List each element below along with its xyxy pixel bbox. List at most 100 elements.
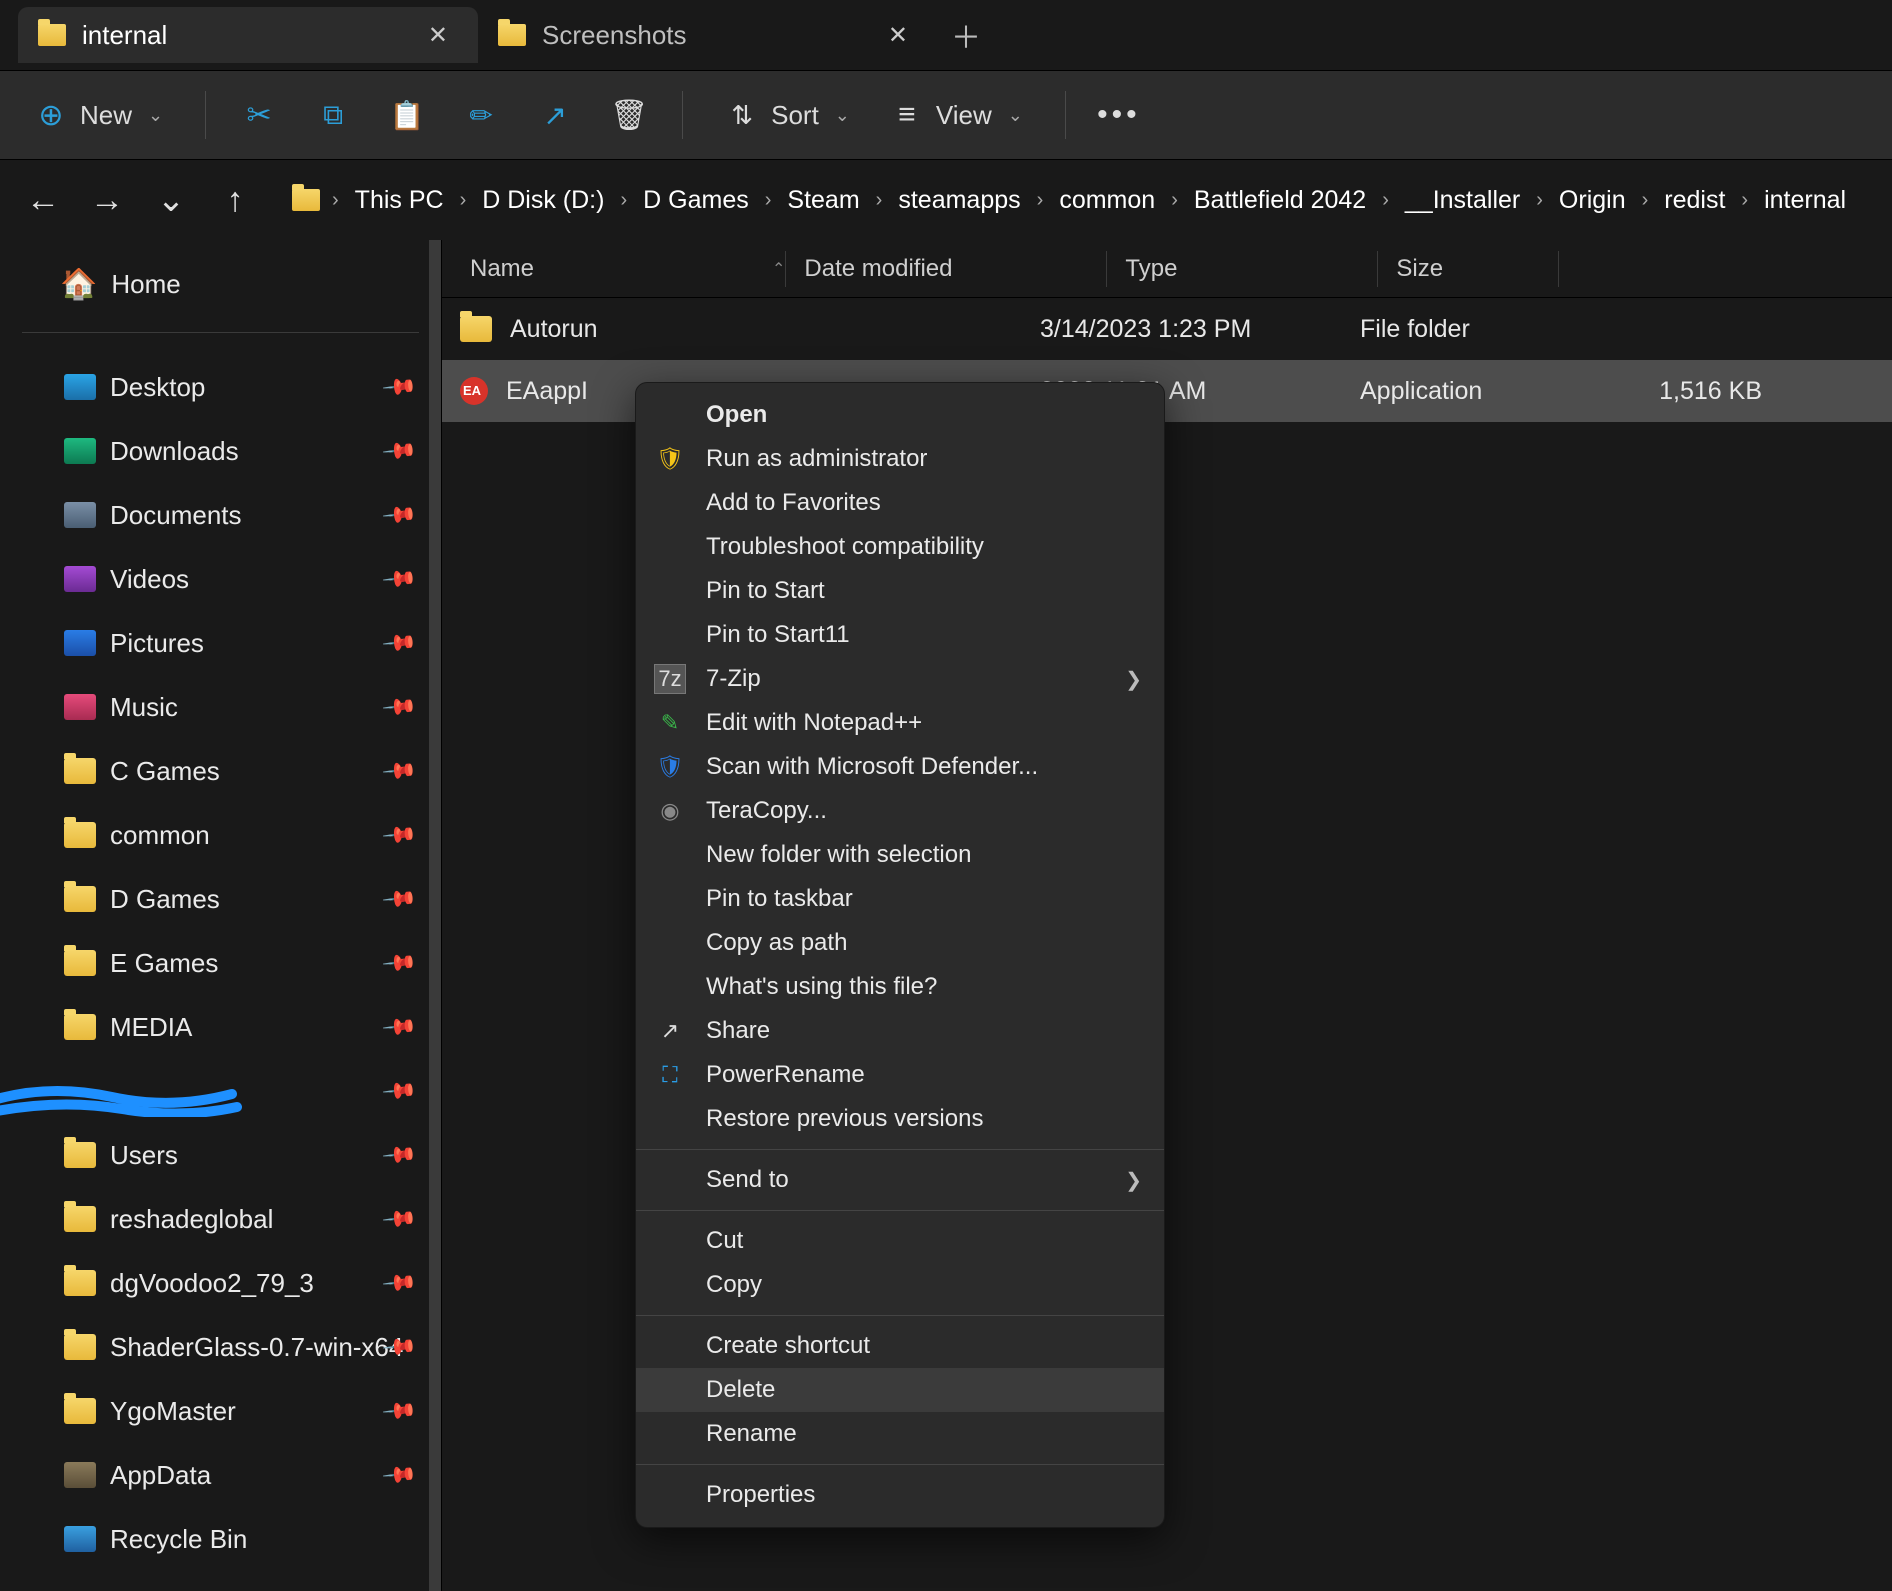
cut-icon[interactable]: ✂: [242, 98, 276, 132]
context-menu-item[interactable]: Rename: [636, 1412, 1164, 1456]
column-size[interactable]: Size: [1378, 255, 1558, 283]
rename-icon[interactable]: ✏: [464, 98, 498, 132]
sidebar-scrollbar[interactable]: [429, 240, 441, 1591]
pin-icon: 📌: [380, 688, 418, 726]
context-menu-item[interactable]: 7z7-Zip❯: [636, 657, 1164, 701]
crumb[interactable]: D Disk (D:): [478, 182, 608, 219]
context-menu-item[interactable]: Cut: [636, 1219, 1164, 1263]
copy-icon[interactable]: ⧉: [316, 98, 350, 132]
context-menu-item[interactable]: Properties: [636, 1473, 1164, 1517]
context-menu-item[interactable]: Copy: [636, 1263, 1164, 1307]
sidebar-home[interactable]: 🏠 Home: [0, 252, 441, 316]
context-menu-label: Create shortcut: [706, 1332, 870, 1360]
sidebar-item[interactable]: dgVoodoo2_79_3📌: [0, 1251, 441, 1315]
crumb[interactable]: D Games: [639, 182, 753, 219]
context-menu-item[interactable]: ✎Edit with Notepad++: [636, 701, 1164, 745]
sidebar-item[interactable]: Documents📌: [0, 483, 441, 547]
sidebar-item-label: Recycle Bin: [110, 1524, 247, 1555]
close-icon[interactable]: ✕: [878, 17, 918, 54]
context-menu-item[interactable]: Pin to Start: [636, 569, 1164, 613]
pin-icon: 📌: [380, 944, 418, 982]
more-icon[interactable]: •••: [1102, 98, 1136, 132]
folder-icon: [64, 1398, 96, 1424]
context-menu-item[interactable]: Open: [636, 393, 1164, 437]
context-menu-label: Troubleshoot compatibility: [706, 533, 984, 561]
sidebar-item[interactable]: ShaderGlass-0.7-win-x64📌: [0, 1315, 441, 1379]
context-menu-item[interactable]: 🛡Run as administrator: [636, 437, 1164, 481]
crumb[interactable]: Battlefield 2042: [1190, 182, 1370, 219]
context-menu-item[interactable]: Pin to Start11: [636, 613, 1164, 657]
sidebar-item[interactable]: Pictures📌: [0, 611, 441, 675]
context-menu-item[interactable]: Delete: [636, 1368, 1164, 1412]
sidebar-item[interactable]: Desktop📌: [0, 355, 441, 419]
breadcrumb[interactable]: › This PC› D Disk (D:)› D Games› Steam› …: [278, 182, 1870, 219]
crumb[interactable]: redist: [1660, 182, 1729, 219]
crumb[interactable]: internal: [1760, 182, 1850, 219]
context-menu-label: Share: [706, 1017, 770, 1045]
crumb[interactable]: __Installer: [1401, 182, 1524, 219]
context-menu-item[interactable]: Send to❯: [636, 1158, 1164, 1202]
sidebar-item[interactable]: Music📌: [0, 675, 441, 739]
crumb[interactable]: common: [1055, 182, 1159, 219]
sidebar-item-label: D Games: [110, 884, 220, 915]
context-menu-item[interactable]: Add to Favorites: [636, 481, 1164, 525]
context-menu-item[interactable]: Copy as path: [636, 921, 1164, 965]
context-menu-label: Copy: [706, 1271, 762, 1299]
context-menu-item[interactable]: Create shortcut: [636, 1324, 1164, 1368]
file-type: Application: [1342, 377, 1612, 406]
forward-button[interactable]: →: [86, 181, 128, 220]
toolbar: ⊕ New ⌄ ✂ ⧉ 📋 ✏ ↗ 🗑 ⇅ Sort ⌄ ≡ View ⌄ ••…: [0, 70, 1892, 160]
crumb[interactable]: This PC: [351, 182, 448, 219]
column-date[interactable]: Date modified: [786, 255, 1106, 283]
view-button[interactable]: ≡ View ⌄: [884, 90, 1029, 140]
new-button[interactable]: ⊕ New ⌄: [28, 90, 169, 140]
context-menu-item[interactable]: ⛶PowerRename: [636, 1053, 1164, 1097]
recent-locations-button[interactable]: ⌄: [150, 180, 192, 220]
context-menu-item[interactable]: 🛡Scan with Microsoft Defender...: [636, 745, 1164, 789]
share-icon[interactable]: ↗: [538, 98, 572, 132]
context-menu-item[interactable]: Restore previous versions: [636, 1097, 1164, 1141]
context-menu-label: Add to Favorites: [706, 489, 881, 517]
column-type[interactable]: Type: [1107, 255, 1377, 283]
context-menu-item[interactable]: Pin to taskbar: [636, 877, 1164, 921]
context-menu-label: TeraCopy...: [706, 797, 827, 825]
delete-icon[interactable]: 🗑: [612, 98, 646, 132]
music-icon: [64, 694, 96, 720]
context-menu-item[interactable]: ◉TeraCopy...: [636, 789, 1164, 833]
sidebar-item[interactable]: Users📌: [0, 1123, 441, 1187]
column-divider[interactable]: [1558, 251, 1559, 287]
crumb[interactable]: Origin: [1555, 182, 1630, 219]
sidebar-item[interactable]: C Games📌: [0, 739, 441, 803]
context-menu-divider: [636, 1149, 1164, 1150]
sidebar-item[interactable]: Downloads📌: [0, 419, 441, 483]
sidebar-item-label: ShaderGlass-0.7-win-x64: [110, 1332, 403, 1363]
crumb[interactable]: Steam: [783, 182, 863, 219]
file-row[interactable]: Autorun3/14/2023 1:23 PMFile folder: [442, 298, 1892, 360]
sidebar-item[interactable]: D Games📌: [0, 867, 441, 931]
sidebar-item[interactable]: common📌: [0, 803, 441, 867]
add-tab-button[interactable]: ＋: [938, 7, 994, 63]
context-menu-item[interactable]: ↗Share: [636, 1009, 1164, 1053]
context-menu-item[interactable]: Troubleshoot compatibility: [636, 525, 1164, 569]
sidebar-item[interactable]: YgoMaster📌: [0, 1379, 441, 1443]
chevron-right-icon: ❯: [1125, 1168, 1142, 1193]
sidebar-item[interactable]: E Games📌: [0, 931, 441, 995]
sidebar-item[interactable]: Recycle Bin: [0, 1507, 441, 1571]
sidebar-item[interactable]: MEDIA📌: [0, 995, 441, 1059]
tab-internal[interactable]: internal ✕: [18, 7, 478, 63]
context-menu-item[interactable]: What's using this file?: [636, 965, 1164, 1009]
sidebar-item[interactable]: 📌: [0, 1059, 441, 1123]
context-menu-item[interactable]: New folder with selection: [636, 833, 1164, 877]
sidebar-item[interactable]: Videos📌: [0, 547, 441, 611]
context-menu-label: Copy as path: [706, 929, 847, 957]
close-icon[interactable]: ✕: [418, 17, 458, 54]
crumb[interactable]: steamapps: [894, 182, 1024, 219]
back-button[interactable]: ←: [22, 181, 64, 220]
up-button[interactable]: ↑: [214, 181, 256, 220]
sidebar-item[interactable]: reshadeglobal📌: [0, 1187, 441, 1251]
tab-screenshots[interactable]: Screenshots ✕: [478, 7, 938, 63]
sort-button[interactable]: ⇅ Sort ⌄: [719, 90, 856, 140]
sidebar-item[interactable]: AppData📌: [0, 1443, 441, 1507]
pin-icon: 📌: [380, 560, 418, 598]
paste-icon[interactable]: 📋: [390, 98, 424, 132]
